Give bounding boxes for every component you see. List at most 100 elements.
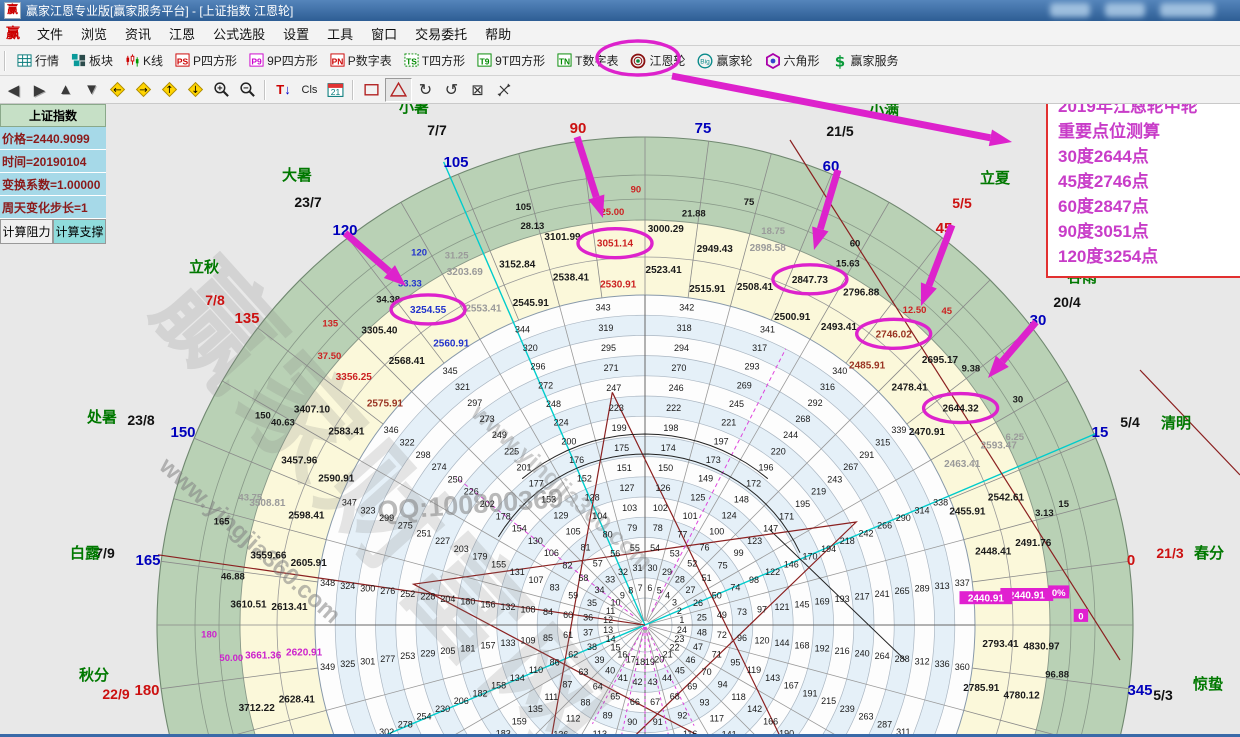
svg-text:2478.41: 2478.41 bbox=[892, 382, 929, 393]
svg-text:21: 21 bbox=[331, 87, 341, 97]
menu-item-7[interactable]: 工具 bbox=[318, 21, 362, 46]
menu-item-9[interactable]: 交易委托 bbox=[406, 21, 476, 46]
svg-text:270: 270 bbox=[671, 363, 686, 373]
menu-item-10[interactable]: 帮助 bbox=[476, 21, 520, 46]
svg-text:96.88: 96.88 bbox=[1045, 669, 1069, 680]
nav-up-button[interactable]: ▲ bbox=[53, 79, 78, 101]
menu-item-4[interactable]: 江恩 bbox=[160, 21, 204, 46]
toolbar-button-blocks[interactable]: 板块 bbox=[66, 50, 118, 71]
window-minimize-button[interactable] bbox=[1050, 3, 1090, 17]
delete-box-button[interactable]: ⊠ bbox=[465, 79, 490, 101]
svg-text:349: 349 bbox=[320, 662, 335, 672]
shift-right-button[interactable]: → bbox=[131, 79, 156, 101]
svg-text:7/7: 7/7 bbox=[427, 122, 447, 138]
calendar-button[interactable]: 21 bbox=[323, 79, 348, 101]
toolbar-button-box-PS[interactable]: PSP四方形 bbox=[170, 50, 242, 71]
nav-prev-button[interactable]: ◀ bbox=[1, 79, 26, 101]
t-down-button[interactable]: T↓ bbox=[271, 79, 296, 101]
svg-text:127: 127 bbox=[619, 483, 634, 493]
window-maximize-button[interactable] bbox=[1105, 3, 1145, 17]
svg-text:148: 148 bbox=[734, 494, 749, 504]
svg-text:2695.17: 2695.17 bbox=[922, 355, 959, 366]
info-row-4: 周天变化步长=1 bbox=[0, 196, 106, 219]
svg-text:155: 155 bbox=[491, 559, 506, 569]
svg-text:2491.76: 2491.76 bbox=[1015, 538, 1052, 549]
svg-text:2485.91: 2485.91 bbox=[849, 360, 886, 371]
svg-text:179: 179 bbox=[472, 552, 487, 562]
svg-text:57: 57 bbox=[593, 558, 603, 568]
svg-text:40.63: 40.63 bbox=[271, 418, 295, 429]
menu-item-5[interactable]: 公式选股 bbox=[204, 21, 274, 46]
svg-text:70: 70 bbox=[702, 667, 712, 677]
svg-text:223: 223 bbox=[609, 403, 624, 413]
svg-text:秋分: 秋分 bbox=[79, 666, 109, 684]
toolbar-button-candles[interactable]: K线 bbox=[120, 50, 168, 71]
toolbar-button-wheel[interactable]: 江恩轮 bbox=[625, 50, 690, 71]
shift-down-button[interactable]: ↓ bbox=[183, 79, 208, 101]
svg-text:31.25: 31.25 bbox=[445, 251, 469, 262]
title-bar[interactable]: 赢 赢家江恩专业版[赢家服务平台] - [上证指数 江恩轮] bbox=[0, 0, 1240, 21]
svg-text:→: → bbox=[139, 85, 147, 96]
svg-text:2898.58: 2898.58 bbox=[750, 243, 787, 254]
svg-text:215: 215 bbox=[821, 696, 836, 706]
rect-tool-button[interactable] bbox=[359, 79, 384, 101]
svg-text:2515.91: 2515.91 bbox=[689, 284, 726, 295]
svg-text:360: 360 bbox=[955, 662, 970, 672]
toolbar-button-dollar[interactable]: $赢家服务 bbox=[827, 50, 904, 71]
toolbar-button-hexagon[interactable]: 六角形 bbox=[760, 50, 825, 71]
toolbar-button-box-T9[interactable]: T99T四方形 bbox=[472, 50, 550, 71]
calc-resistance-button[interactable]: 计算阻力 bbox=[0, 219, 53, 244]
svg-text:180: 180 bbox=[201, 630, 217, 641]
svg-text:春分: 春分 bbox=[1194, 544, 1224, 562]
svg-text:104: 104 bbox=[592, 511, 607, 521]
rotate-cw-button[interactable]: ↻ bbox=[413, 79, 438, 101]
menu-item-1[interactable]: 文件 bbox=[28, 21, 72, 46]
menu-item-3[interactable]: 资讯 bbox=[116, 21, 160, 46]
menu-item-6[interactable]: 设置 bbox=[274, 21, 318, 46]
shift-up-button[interactable]: ↑ bbox=[157, 79, 182, 101]
svg-text:49: 49 bbox=[717, 610, 727, 620]
cls-button[interactable]: Cls bbox=[297, 79, 322, 101]
nav-down-button[interactable]: ▼ bbox=[79, 79, 104, 101]
svg-text:2847.73: 2847.73 bbox=[792, 275, 829, 286]
toolbar-button-bigwheel[interactable]: Big赢家轮 bbox=[692, 50, 757, 71]
menu-item-2[interactable]: 浏览 bbox=[72, 21, 116, 46]
toolbar-button-box-TN[interactable]: TNT数字表 bbox=[552, 50, 623, 71]
svg-text:←: ← bbox=[113, 85, 121, 96]
svg-text:惊蛰: 惊蛰 bbox=[1193, 675, 1223, 693]
svg-text:3152.84: 3152.84 bbox=[499, 260, 536, 271]
svg-text:264: 264 bbox=[875, 651, 890, 661]
toolbar-button-box-PN[interactable]: PNP数字表 bbox=[325, 50, 397, 71]
svg-text:63: 63 bbox=[578, 667, 588, 677]
svg-text:156: 156 bbox=[480, 599, 495, 609]
svg-text:315: 315 bbox=[875, 438, 890, 448]
svg-text:81: 81 bbox=[580, 542, 590, 552]
svg-text:337: 337 bbox=[955, 578, 970, 588]
svg-text:195: 195 bbox=[795, 499, 810, 509]
triangle-tool-button[interactable] bbox=[385, 78, 412, 102]
toolbar-button-grid[interactable]: 行情 bbox=[12, 50, 64, 71]
svg-text:135: 135 bbox=[322, 319, 339, 330]
toolbar-button-box-P9[interactable]: P99P四方形 bbox=[244, 50, 323, 71]
calc-support-button[interactable]: 计算支撑 bbox=[53, 219, 106, 244]
svg-text:125: 125 bbox=[690, 492, 705, 502]
fit-screen-button[interactable] bbox=[491, 79, 516, 101]
svg-text:269: 269 bbox=[737, 380, 752, 390]
svg-text:222: 222 bbox=[666, 403, 681, 413]
zoom-in-button[interactable] bbox=[209, 79, 234, 101]
zoom-out-button[interactable] bbox=[235, 79, 260, 101]
svg-text:38: 38 bbox=[587, 642, 597, 652]
rotate-ccw-button[interactable]: ↺ bbox=[439, 79, 464, 101]
shift-left-button[interactable]: ← bbox=[105, 79, 130, 101]
svg-text:317: 317 bbox=[752, 343, 767, 353]
window-close-button[interactable] bbox=[1160, 3, 1215, 17]
svg-text:3559.66: 3559.66 bbox=[250, 551, 287, 562]
svg-text:181: 181 bbox=[460, 643, 475, 653]
nav-next-button[interactable]: ▶ bbox=[27, 79, 52, 101]
svg-text:55: 55 bbox=[630, 543, 640, 553]
svg-text:275: 275 bbox=[398, 521, 413, 531]
shift-up-icon: ↑ bbox=[160, 80, 179, 99]
toolbar-button-box-TS[interactable]: TST四方形 bbox=[399, 50, 470, 71]
menu-item-8[interactable]: 窗口 bbox=[362, 21, 406, 46]
svg-text:86: 86 bbox=[550, 657, 560, 667]
